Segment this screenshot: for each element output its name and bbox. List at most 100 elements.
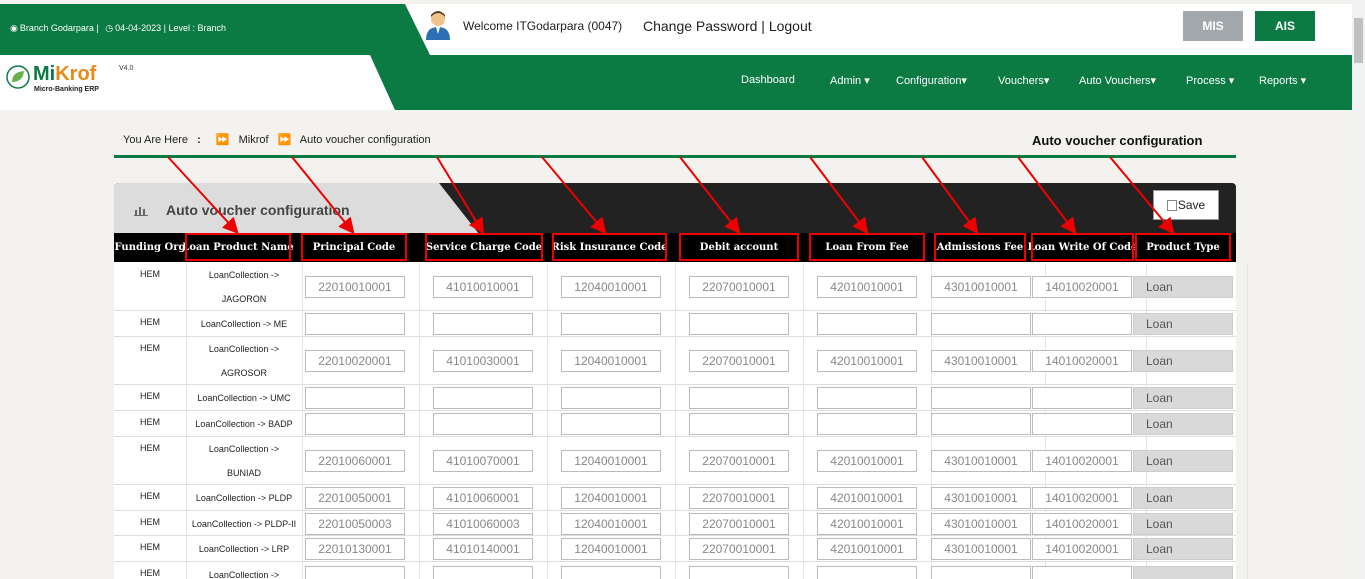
code-input[interactable]: [931, 387, 1031, 409]
code-input[interactable]: 22010060001: [305, 450, 405, 472]
product-name-cell: LoanCollection -> AGROSOR: [186, 337, 302, 385]
code-input[interactable]: [931, 566, 1031, 579]
code-input[interactable]: 22070010001: [689, 276, 789, 298]
code-input[interactable]: 42010010001: [817, 276, 917, 298]
code-input[interactable]: 22070010001: [689, 538, 789, 560]
nav-process[interactable]: Process ▾: [1186, 74, 1234, 87]
code-input[interactable]: 41010060003: [433, 513, 533, 535]
code-input[interactable]: [433, 566, 533, 579]
code-input[interactable]: 22010020001: [305, 350, 405, 372]
funding-org-cell: HEM: [140, 317, 160, 327]
nav-vouchers[interactable]: Vouchers▾: [998, 74, 1049, 87]
code-input[interactable]: 14010020001: [1032, 513, 1132, 535]
code-input[interactable]: 22070010001: [689, 450, 789, 472]
code-input[interactable]: 42010010001: [817, 538, 917, 560]
code-input[interactable]: [561, 387, 661, 409]
scrollbar-thumb[interactable]: [1354, 18, 1363, 63]
code-input[interactable]: 22010010001: [305, 276, 405, 298]
code-input[interactable]: [817, 413, 917, 435]
nav-admin[interactable]: Admin ▾: [830, 74, 870, 87]
code-input[interactable]: [1032, 387, 1132, 409]
code-input[interactable]: 43010010001: [931, 538, 1031, 560]
code-input[interactable]: [561, 313, 661, 335]
code-input[interactable]: 22010050003: [305, 513, 405, 535]
nav-configuration[interactable]: Configuration▾: [896, 74, 967, 87]
ais-button[interactable]: AIS: [1255, 11, 1315, 41]
save-button[interactable]: Save: [1153, 190, 1219, 220]
col-debit-account: Debit account: [699, 242, 779, 253]
col-loan-product-name: Loan Product Name: [182, 242, 294, 253]
product-type-field: Loan: [1133, 538, 1233, 560]
logo[interactable]: MiKrof V4.0 Micro-Banking ERP: [0, 55, 395, 110]
column-divider: [302, 511, 303, 536]
code-input[interactable]: 12040010001: [561, 487, 661, 509]
mis-button[interactable]: MIS: [1183, 11, 1243, 41]
code-input[interactable]: 42010010001: [817, 513, 917, 535]
code-input[interactable]: 22070010001: [689, 513, 789, 535]
funding-org-cell: HEM: [140, 542, 160, 552]
code-input[interactable]: [433, 413, 533, 435]
code-input[interactable]: 43010010001: [931, 350, 1031, 372]
code-input[interactable]: 22010050001: [305, 487, 405, 509]
code-input[interactable]: 42010010001: [817, 450, 917, 472]
code-input[interactable]: [305, 566, 405, 579]
code-input[interactable]: 41010060001: [433, 487, 533, 509]
code-input[interactable]: [931, 313, 1031, 335]
clock-icon: ◷: [105, 23, 114, 33]
code-input[interactable]: [931, 413, 1031, 435]
code-input[interactable]: 43010010001: [931, 513, 1031, 535]
code-input[interactable]: [689, 387, 789, 409]
code-input[interactable]: 12040010001: [561, 276, 661, 298]
code-input[interactable]: [689, 313, 789, 335]
code-input[interactable]: 41010010001: [433, 276, 533, 298]
code-input[interactable]: 42010010001: [817, 487, 917, 509]
code-input[interactable]: 12040010001: [561, 513, 661, 535]
code-input[interactable]: [817, 387, 917, 409]
code-input[interactable]: [305, 313, 405, 335]
product-type-field: Loan: [1133, 513, 1233, 535]
code-input[interactable]: 43010010001: [931, 276, 1031, 298]
code-input[interactable]: 12040010001: [561, 538, 661, 560]
product-name-line2: BUNIAD: [226, 468, 261, 478]
code-input[interactable]: [1032, 313, 1132, 335]
code-input[interactable]: 43010010001: [931, 487, 1031, 509]
code-input[interactable]: [561, 413, 661, 435]
code-input[interactable]: 14010020001: [1032, 276, 1132, 298]
code-input[interactable]: 14010020001: [1032, 350, 1132, 372]
code-input[interactable]: 22070010001: [689, 487, 789, 509]
code-input[interactable]: [1032, 566, 1132, 579]
page-scrollbar[interactable]: [1352, 0, 1365, 579]
code-input[interactable]: [305, 413, 405, 435]
code-input[interactable]: 22070010001: [689, 350, 789, 372]
change-password-link[interactable]: Change Password: [643, 18, 757, 34]
code-input[interactable]: 14010020001: [1032, 450, 1132, 472]
logout-link[interactable]: Logout: [769, 18, 812, 34]
code-input[interactable]: [817, 313, 917, 335]
column-divider: [419, 337, 420, 385]
code-input[interactable]: [689, 413, 789, 435]
code-input[interactable]: [817, 566, 917, 579]
column-divider: [675, 311, 676, 337]
code-input[interactable]: [433, 313, 533, 335]
code-input[interactable]: [433, 387, 533, 409]
code-input[interactable]: [689, 566, 789, 579]
code-input[interactable]: [305, 387, 405, 409]
code-input[interactable]: 41010030001: [433, 350, 533, 372]
product-name-line2: JAGORON: [221, 294, 267, 304]
code-input[interactable]: 41010070001: [433, 450, 533, 472]
code-input[interactable]: 42010010001: [817, 350, 917, 372]
breadcrumb-root[interactable]: Mikrof: [239, 134, 269, 146]
code-input[interactable]: 22010130001: [305, 538, 405, 560]
nav-dashboard[interactable]: Dashboard: [741, 74, 795, 86]
table-row: HEM LoanCollection -> LRP 22010130001 41010…: [114, 536, 1248, 562]
code-input[interactable]: 41010140001: [433, 538, 533, 560]
code-input[interactable]: 12040010001: [561, 450, 661, 472]
nav-auto-vouchers[interactable]: Auto Vouchers▾: [1079, 74, 1156, 87]
code-input[interactable]: 14010020001: [1032, 487, 1132, 509]
nav-reports[interactable]: Reports ▾: [1259, 74, 1306, 87]
code-input[interactable]: 14010020001: [1032, 538, 1132, 560]
code-input[interactable]: 12040010001: [561, 350, 661, 372]
code-input[interactable]: [1032, 413, 1132, 435]
code-input[interactable]: [561, 566, 661, 579]
code-input[interactable]: 43010010001: [931, 450, 1031, 472]
